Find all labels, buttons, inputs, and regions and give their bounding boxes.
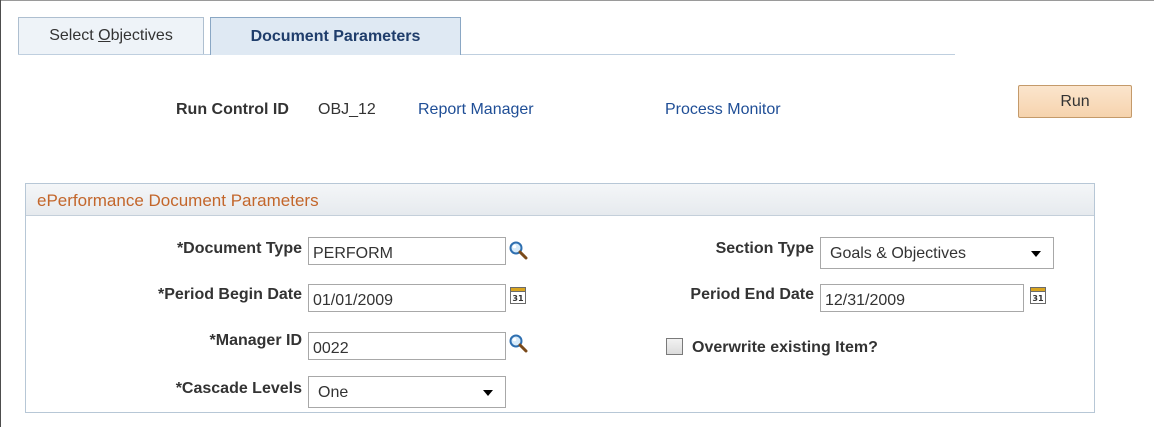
overwrite-existing-item-label: Overwrite existing Item? xyxy=(692,339,878,356)
page-top-border xyxy=(0,0,1154,1)
svg-text:31: 31 xyxy=(1032,294,1044,303)
section-type-label: Section Type xyxy=(715,240,814,257)
document-type-field[interactable] xyxy=(308,237,506,265)
manager-id-field[interactable] xyxy=(308,332,506,360)
group-header: ePerformance Document Parameters xyxy=(26,184,1094,216)
chevron-down-icon xyxy=(1031,251,1041,257)
cascade-levels-dropdown[interactable]: One xyxy=(308,376,506,408)
manager-id-lookup-icon[interactable] xyxy=(508,333,528,353)
period-end-date-calendar-icon[interactable]: 31 xyxy=(1030,286,1046,304)
group-title: ePerformance Document Parameters xyxy=(37,191,319,210)
section-type-value: Goals & Objectives xyxy=(830,245,967,262)
period-begin-date-calendar-icon[interactable]: 31 xyxy=(510,286,526,304)
section-type-dropdown[interactable]: Goals & Objectives xyxy=(820,237,1054,269)
run-control-id-label: Run Control ID xyxy=(176,101,289,118)
run-control-id-value: OBJ_12 xyxy=(318,101,376,118)
page-left-border xyxy=(0,0,1,427)
document-type-label: *Document Type xyxy=(176,240,302,257)
svg-text:31: 31 xyxy=(512,294,524,303)
tab-strip-baseline xyxy=(18,54,955,55)
document-type-lookup-icon[interactable] xyxy=(508,240,528,260)
period-begin-date-label: *Period Begin Date xyxy=(157,286,302,303)
period-end-date-label: Period End Date xyxy=(690,286,814,303)
process-monitor-link[interactable]: Process Monitor xyxy=(665,101,781,119)
period-begin-date-field[interactable] xyxy=(308,284,506,312)
chevron-down-icon xyxy=(483,390,493,396)
tab-document-parameters-label: Document Parameters xyxy=(250,27,421,45)
tab-select-objectives[interactable]: Select Objectives xyxy=(18,17,204,54)
cascade-levels-value: One xyxy=(318,384,349,401)
tab-select-objectives-label: Select Objectives xyxy=(49,27,173,44)
overwrite-existing-item-checkbox[interactable] xyxy=(666,338,683,355)
tab-document-parameters[interactable]: Document Parameters xyxy=(210,17,461,55)
cascade-levels-label: *Cascade Levels xyxy=(175,380,302,397)
run-button[interactable]: Run xyxy=(1018,85,1132,118)
period-end-date-field[interactable] xyxy=(820,284,1024,312)
manager-id-label: *Manager ID xyxy=(209,332,302,349)
report-manager-link[interactable]: Report Manager xyxy=(418,101,534,119)
